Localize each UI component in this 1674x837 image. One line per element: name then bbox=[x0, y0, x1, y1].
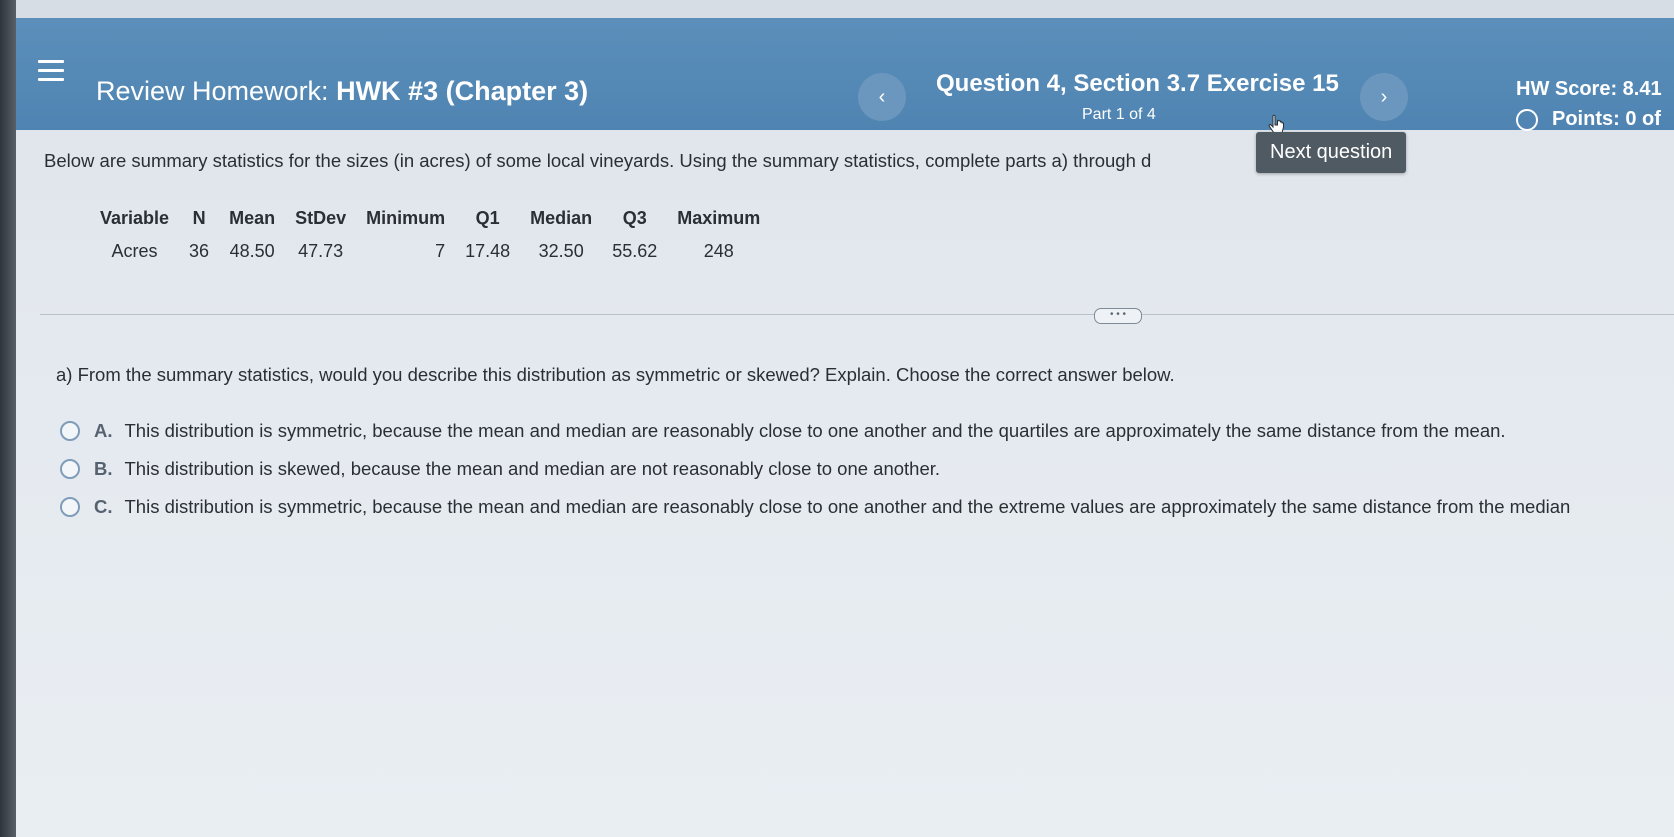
next-question-button[interactable]: › bbox=[1360, 73, 1408, 121]
table-cell: Acres bbox=[111, 241, 158, 261]
answer-option-c[interactable]: C. This distribution is symmetric, becau… bbox=[60, 496, 1570, 518]
option-text: This distribution is symmetric, because … bbox=[124, 496, 1571, 517]
radio-button-b[interactable] bbox=[60, 459, 80, 479]
previous-question-button[interactable]: ‹ bbox=[858, 73, 906, 121]
points-label: Points: 0 of bbox=[1552, 108, 1661, 130]
table-header: Mean bbox=[229, 208, 276, 228]
option-letter: B. bbox=[94, 458, 113, 479]
table-cell: 248 bbox=[703, 241, 734, 261]
question-intro: Below are summary statistics for the siz… bbox=[44, 150, 1152, 171]
option-letter: A. bbox=[94, 420, 113, 441]
table-cell: 36 bbox=[189, 241, 210, 261]
option-letter: C. bbox=[94, 496, 113, 517]
part-label: Part 1 of 4 bbox=[1082, 106, 1156, 123]
radio-button-c[interactable] bbox=[60, 497, 80, 517]
table-cell: 17.48 bbox=[465, 241, 511, 261]
homework-title: Review Homework: HWK #3 (Chapter 3) bbox=[96, 76, 588, 107]
table-header: Minimum bbox=[366, 208, 446, 228]
question-part-a: a) From the summary statistics, would yo… bbox=[56, 364, 1175, 385]
table-cell: 47.73 bbox=[298, 241, 344, 261]
radio-button-a[interactable] bbox=[60, 421, 80, 441]
table-row: Acres 36 48.50 47.73 7 17.48 32.50 55.62… bbox=[90, 237, 770, 266]
question-content: Below are summary statistics for the siz… bbox=[16, 130, 1674, 837]
screen-bezel bbox=[0, 0, 16, 837]
hw-score: HW Score: 8.41 bbox=[1516, 78, 1662, 100]
homework-title-name: HWK #3 (Chapter 3) bbox=[336, 76, 589, 106]
points-display: Points: 0 of bbox=[1516, 108, 1661, 131]
summary-statistics-table: Variable N Mean StDev Minimum Q1 Median … bbox=[90, 204, 770, 266]
table-header: Q1 bbox=[475, 208, 500, 228]
header-bar: Review Homework: HWK #3 (Chapter 3) ‹ Qu… bbox=[16, 18, 1674, 134]
table-header: N bbox=[192, 208, 206, 228]
expand-ellipsis-button[interactable]: • • • bbox=[1094, 308, 1142, 324]
question-title: Question 4, Section 3.7 Exercise 15 bbox=[936, 70, 1339, 97]
section-divider bbox=[40, 314, 1674, 315]
option-text: This distribution is symmetric, because … bbox=[124, 420, 1506, 441]
option-text: This distribution is skewed, because the… bbox=[124, 458, 941, 479]
homework-title-prefix: Review Homework: bbox=[96, 76, 329, 106]
table-header: Variable bbox=[100, 208, 170, 228]
table-header: Q3 bbox=[622, 208, 647, 228]
table-cell: 32.50 bbox=[538, 241, 584, 261]
top-strip bbox=[16, 0, 1674, 20]
answer-option-b[interactable]: B. This distribution is skewed, because … bbox=[60, 458, 940, 480]
table-cell: 7 bbox=[435, 241, 446, 261]
table-header: Median bbox=[530, 208, 593, 228]
table-cell: 48.50 bbox=[229, 241, 275, 261]
table-cell: 55.62 bbox=[612, 241, 658, 261]
menu-icon[interactable] bbox=[38, 60, 64, 84]
page: Review Homework: HWK #3 (Chapter 3) ‹ Qu… bbox=[0, 0, 1674, 837]
points-circle-icon bbox=[1516, 108, 1538, 131]
answer-option-a[interactable]: A. This distribution is symmetric, becau… bbox=[60, 420, 1506, 442]
table-header-row: Variable N Mean StDev Minimum Q1 Median … bbox=[90, 204, 770, 237]
chevron-left-icon: ‹ bbox=[878, 85, 886, 108]
chevron-right-icon: › bbox=[1380, 85, 1388, 108]
table-header: StDev bbox=[295, 208, 347, 228]
next-question-tooltip: Next question bbox=[1256, 132, 1407, 173]
table-header: Maximum bbox=[677, 208, 761, 228]
